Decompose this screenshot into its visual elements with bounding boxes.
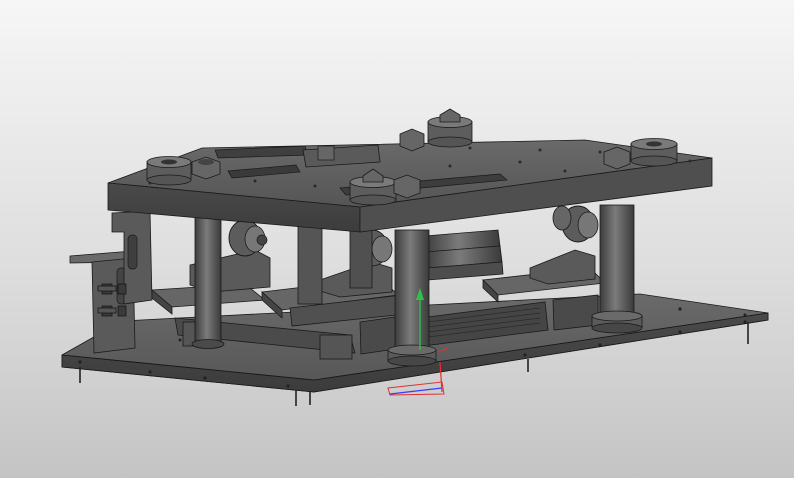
cam-roller-right[interactable]: [552, 205, 599, 243]
bushing-top-center-rear[interactable]: [427, 108, 473, 148]
roller-shafts[interactable]: [424, 229, 504, 281]
cam-roller-left[interactable]: [228, 219, 268, 257]
hex-nut-top-right[interactable]: [603, 146, 631, 170]
triad-z-axis: [389, 387, 443, 395]
bushing-top-right[interactable]: [630, 138, 678, 167]
guide-pillar-front-center[interactable]: [387, 229, 437, 367]
air-fitting-top[interactable]: [97, 283, 127, 295]
guide-pillar-right[interactable]: [591, 204, 643, 334]
carriage-label-right: [552, 294, 599, 331]
hex-nut-top-center-rear[interactable]: [399, 128, 425, 152]
bushing-top-left[interactable]: [146, 156, 192, 186]
cad-viewport[interactable]: [0, 0, 794, 478]
air-fitting-bottom[interactable]: [97, 305, 127, 317]
guide-pillar-left[interactable]: [191, 211, 225, 349]
hex-nut-top-left[interactable]: [191, 156, 221, 180]
hex-nut-top-center-front[interactable]: [393, 174, 421, 199]
model-scene[interactable]: [0, 0, 794, 478]
